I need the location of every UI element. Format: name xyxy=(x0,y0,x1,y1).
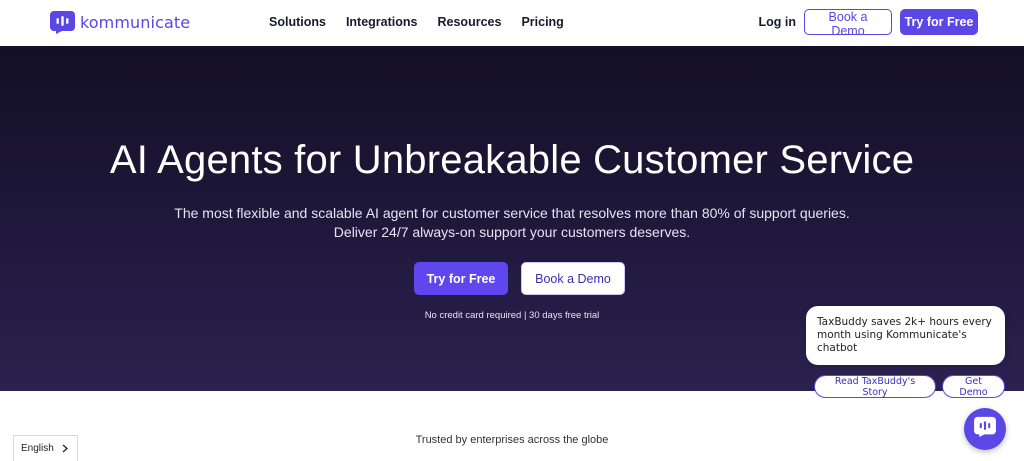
logo-chat-icon xyxy=(50,10,75,34)
get-demo-chip[interactable]: Get Demo xyxy=(942,375,1005,398)
nav-link-resources[interactable]: Resources xyxy=(438,15,502,29)
login-link[interactable]: Log in xyxy=(759,15,797,29)
nav-actions: Log in Book a Demo Try for Free xyxy=(759,9,978,38)
hero-subtitle: The most flexible and scalable AI agent … xyxy=(0,204,1024,242)
language-selector[interactable]: English xyxy=(13,435,78,461)
hero-try-free-button[interactable]: Try for Free xyxy=(414,262,508,295)
nav-book-demo-button[interactable]: Book a Demo xyxy=(804,9,892,38)
nav-link-integrations[interactable]: Integrations xyxy=(346,15,418,29)
read-story-chip[interactable]: Read TaxBuddy's Story xyxy=(814,375,936,398)
chat-icon xyxy=(974,416,996,442)
nav-link-solutions[interactable]: Solutions xyxy=(269,15,326,29)
nav-try-free-button[interactable]: Try for Free xyxy=(900,9,978,35)
hero-book-demo-button[interactable]: Book a Demo xyxy=(521,262,625,295)
hero-cta-group: Try for Free Book a Demo xyxy=(414,262,625,295)
top-navigation: kommunicate Solutions Integrations Resou… xyxy=(0,0,1024,46)
chat-launcher-button[interactable] xyxy=(964,408,1006,450)
hero-title: AI Agents for Unbreakable Customer Servi… xyxy=(109,138,915,182)
nav-links: Solutions Integrations Resources Pricing xyxy=(269,15,584,29)
chat-promo-message[interactable]: TaxBuddy saves 2k+ hours every month usi… xyxy=(806,306,1005,365)
trusted-by-text: Trusted by enterprises across the globe xyxy=(415,434,609,446)
nav-link-pricing[interactable]: Pricing xyxy=(521,15,563,29)
hero-subtitle-line-1: The most flexible and scalable AI agent … xyxy=(174,205,850,221)
brand-name: kommunicate xyxy=(80,12,191,32)
hero-subtitle-line-2: Deliver 24/7 always-on support your cust… xyxy=(333,224,691,240)
chevron-right-icon xyxy=(62,444,68,456)
brand-logo[interactable]: kommunicate xyxy=(50,10,190,34)
language-label: English xyxy=(21,443,54,454)
